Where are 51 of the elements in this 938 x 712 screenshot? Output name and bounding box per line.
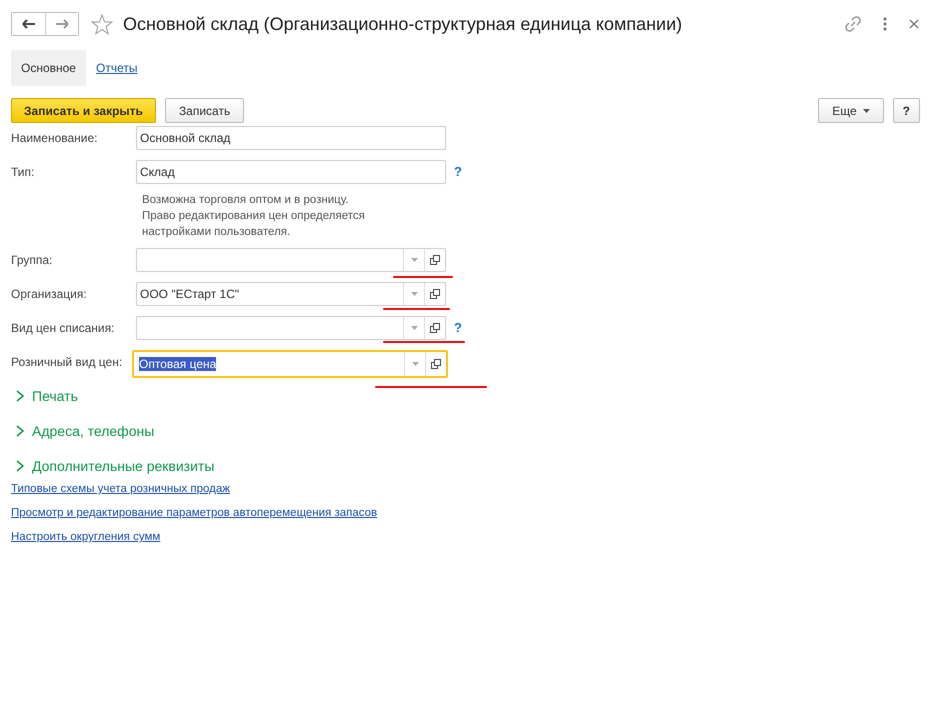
section-header[interactable]: Адреса, телефоны xyxy=(16,421,938,440)
field-label: Группа: xyxy=(11,252,54,269)
select-field[interactable] xyxy=(136,248,446,272)
select-field[interactable] xyxy=(136,316,446,340)
dropdown-icon[interactable] xyxy=(410,326,418,330)
section-title: Печать xyxy=(32,388,78,404)
window-title: Основной склад (Организационно-структурная единица компании) xyxy=(123,14,684,34)
hint-text: Возможна торговля оптом и в розницу. Право редактирования цен определяется настройками пользователя. xyxy=(142,193,366,240)
annotation-underline xyxy=(383,308,450,310)
open-icon[interactable] xyxy=(430,289,440,299)
section-header[interactable]: Печать xyxy=(16,386,938,405)
link[interactable]: Настроить округления сумм xyxy=(11,531,160,543)
input-field[interactable]: Основной склад xyxy=(136,126,446,150)
dropdown-icon[interactable] xyxy=(412,362,418,366)
dropdown-icon[interactable] xyxy=(410,258,418,262)
caret-icon xyxy=(862,108,870,112)
field-label: Вид цен списания: xyxy=(11,320,116,337)
field-label: Организация: xyxy=(11,286,88,303)
select-field[interactable]: Оптовая цена xyxy=(132,350,448,378)
input-field[interactable]: Склад xyxy=(136,160,446,184)
chevron-right-icon xyxy=(16,390,24,402)
section-header[interactable]: Дополнительные реквизиты xyxy=(16,456,938,475)
help-link[interactable]: ? xyxy=(454,316,462,340)
more-button[interactable]: Еще xyxy=(818,98,884,123)
select-field[interactable]: ООО "ЕСтарт 1С" xyxy=(136,282,446,306)
more-icon[interactable] xyxy=(883,17,887,31)
star-icon[interactable] xyxy=(91,14,113,34)
back-arrow-icon xyxy=(22,19,36,29)
chevron-right-icon xyxy=(16,424,24,436)
field-label: Наименование: xyxy=(11,130,99,147)
help-link[interactable]: ? xyxy=(454,160,462,184)
open-icon[interactable] xyxy=(430,323,440,333)
link[interactable]: Просмотр и редактирование параметров автоперемещения запасов xyxy=(11,507,378,519)
link-icon[interactable] xyxy=(845,16,861,32)
link[interactable]: Типовые схемы учета розничных продаж xyxy=(11,483,230,495)
close-icon[interactable] xyxy=(909,19,919,29)
help-button[interactable]: ? xyxy=(892,98,920,123)
dropdown-icon[interactable] xyxy=(410,292,418,296)
save-and-close-button[interactable]: Записать и закрыть xyxy=(11,98,156,123)
open-icon[interactable] xyxy=(431,359,441,369)
open-icon[interactable] xyxy=(430,255,440,265)
field-label: Розничный вид цен: xyxy=(11,354,124,371)
tab[interactable]: Основное xyxy=(11,50,86,86)
annotation-underline xyxy=(393,276,453,278)
chevron-right-icon xyxy=(16,460,24,472)
save-button[interactable]: Записать xyxy=(164,98,244,123)
section-title: Дополнительные реквизиты xyxy=(32,458,214,474)
forward-arrow-icon xyxy=(55,19,69,29)
tab[interactable]: Отчеты xyxy=(86,50,148,86)
section-title: Адреса, телефоны xyxy=(32,422,154,438)
field-label: Тип: xyxy=(11,164,36,181)
